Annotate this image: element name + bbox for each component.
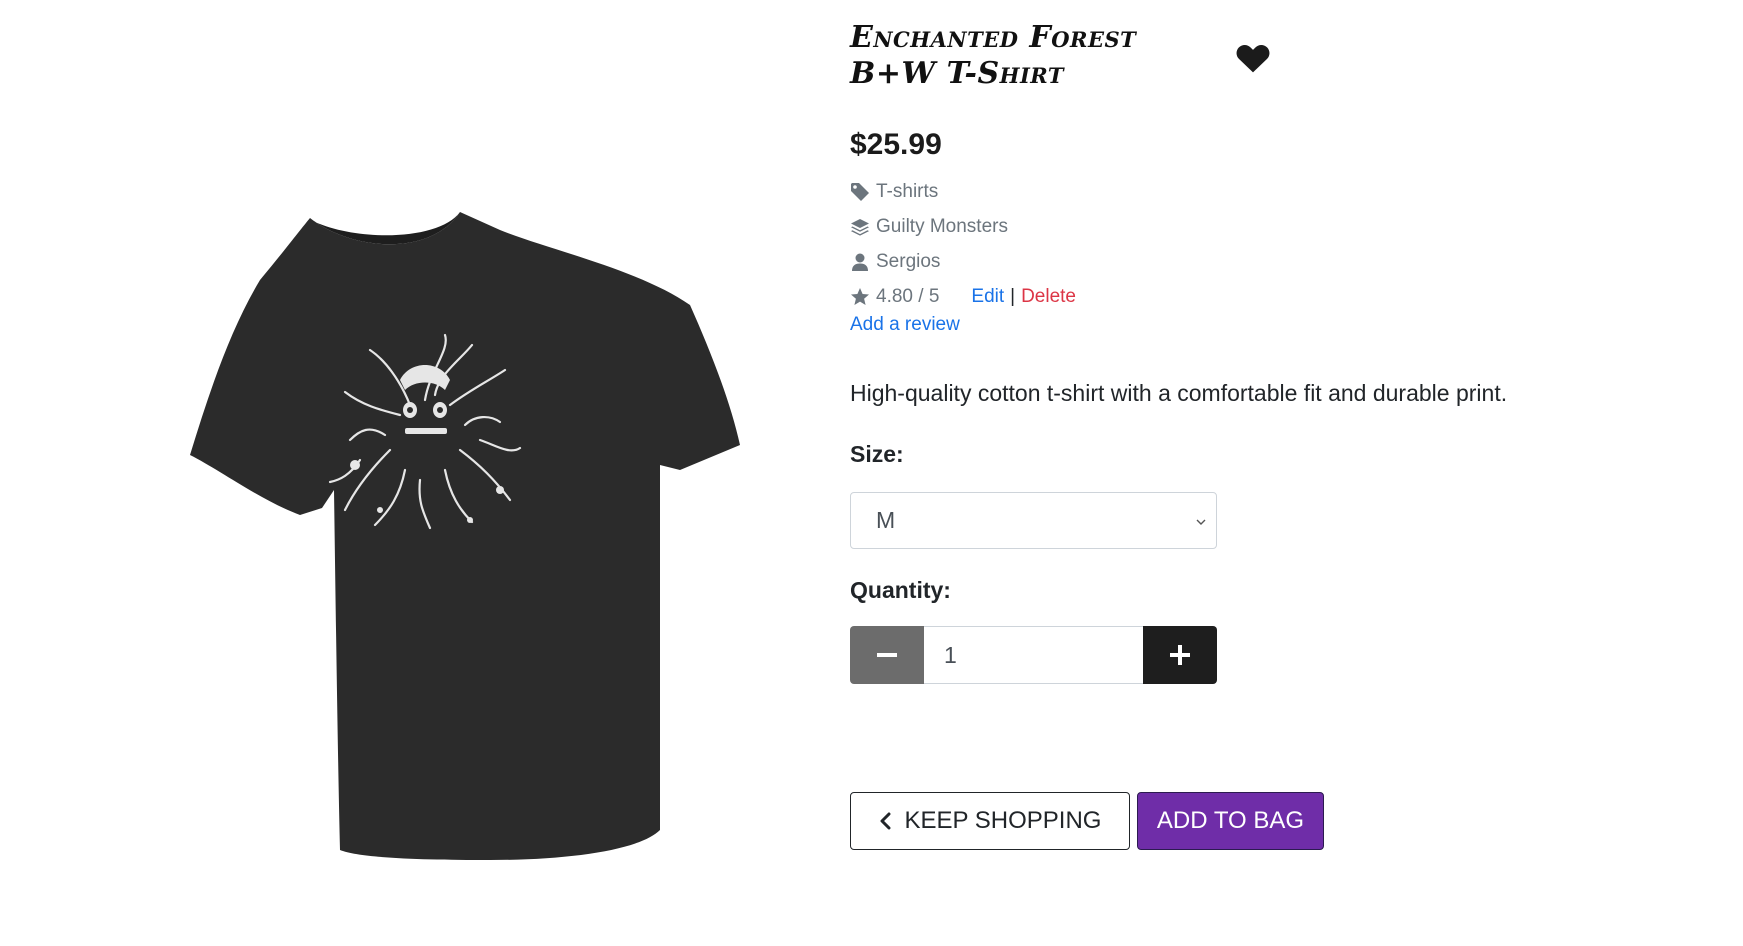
size-label: Size: [850, 441, 904, 467]
author-label: Sergios [876, 250, 941, 272]
tag-icon [850, 182, 870, 202]
action-buttons: KEEP SHOPPING ADD TO BAG [850, 792, 1670, 850]
add-review-link[interactable]: Add a review [850, 314, 960, 336]
product-description: High-quality cotton t-shirt with a comfo… [850, 380, 1508, 406]
link-separator: | [1010, 285, 1016, 307]
edit-link[interactable]: Edit [971, 286, 1004, 308]
delete-link[interactable]: Delete [1021, 286, 1076, 308]
collection-row: Guilty Monsters [850, 209, 1670, 244]
keep-shopping-label: KEEP SHOPPING [904, 807, 1102, 834]
plus-icon [1170, 645, 1190, 665]
minus-icon [877, 653, 897, 657]
increment-button[interactable] [1143, 626, 1217, 684]
product-page: Enchanted Forest B+W T-Shirt $25.99 T-sh… [0, 0, 1743, 946]
category-row: T-shirts [850, 174, 1670, 209]
title-row: Enchanted Forest B+W T-Shirt [850, 20, 1270, 92]
add-to-bag-button[interactable]: ADD TO BAG [1137, 792, 1324, 850]
heart-icon[interactable] [1236, 42, 1270, 74]
size-select[interactable]: M [850, 492, 1217, 549]
quantity-stepper: 1 [850, 626, 1217, 684]
layers-icon [850, 217, 870, 237]
chevron-left-icon [879, 812, 891, 830]
chevron-down-icon [1196, 514, 1206, 528]
category-label[interactable]: T-shirts [876, 181, 938, 203]
product-image [100, 210, 780, 946]
collection-label[interactable]: Guilty Monsters [876, 216, 1008, 238]
user-icon [850, 252, 870, 272]
rating-row: 4.80 / 5 Edit | Delete [850, 279, 1670, 314]
author-row: Sergios [850, 244, 1670, 279]
decrement-button[interactable] [850, 626, 924, 684]
star-icon [850, 287, 870, 307]
size-selected-value: M [876, 507, 896, 533]
rating-value: 4.80 / 5 [876, 285, 940, 307]
product-meta: T-shirts Guilty Monsters Sergios 4.80 / … [850, 174, 1670, 336]
quantity-input[interactable]: 1 [924, 626, 1143, 684]
keep-shopping-button[interactable]: KEEP SHOPPING [850, 792, 1130, 850]
tshirt-image [190, 212, 740, 860]
product-details: Enchanted Forest B+W T-Shirt $25.99 T-sh… [850, 20, 1670, 850]
product-title: Enchanted Forest B+W T-Shirt [850, 20, 1137, 91]
product-price: $25.99 [850, 128, 942, 161]
quantity-label: Quantity: [850, 577, 951, 603]
